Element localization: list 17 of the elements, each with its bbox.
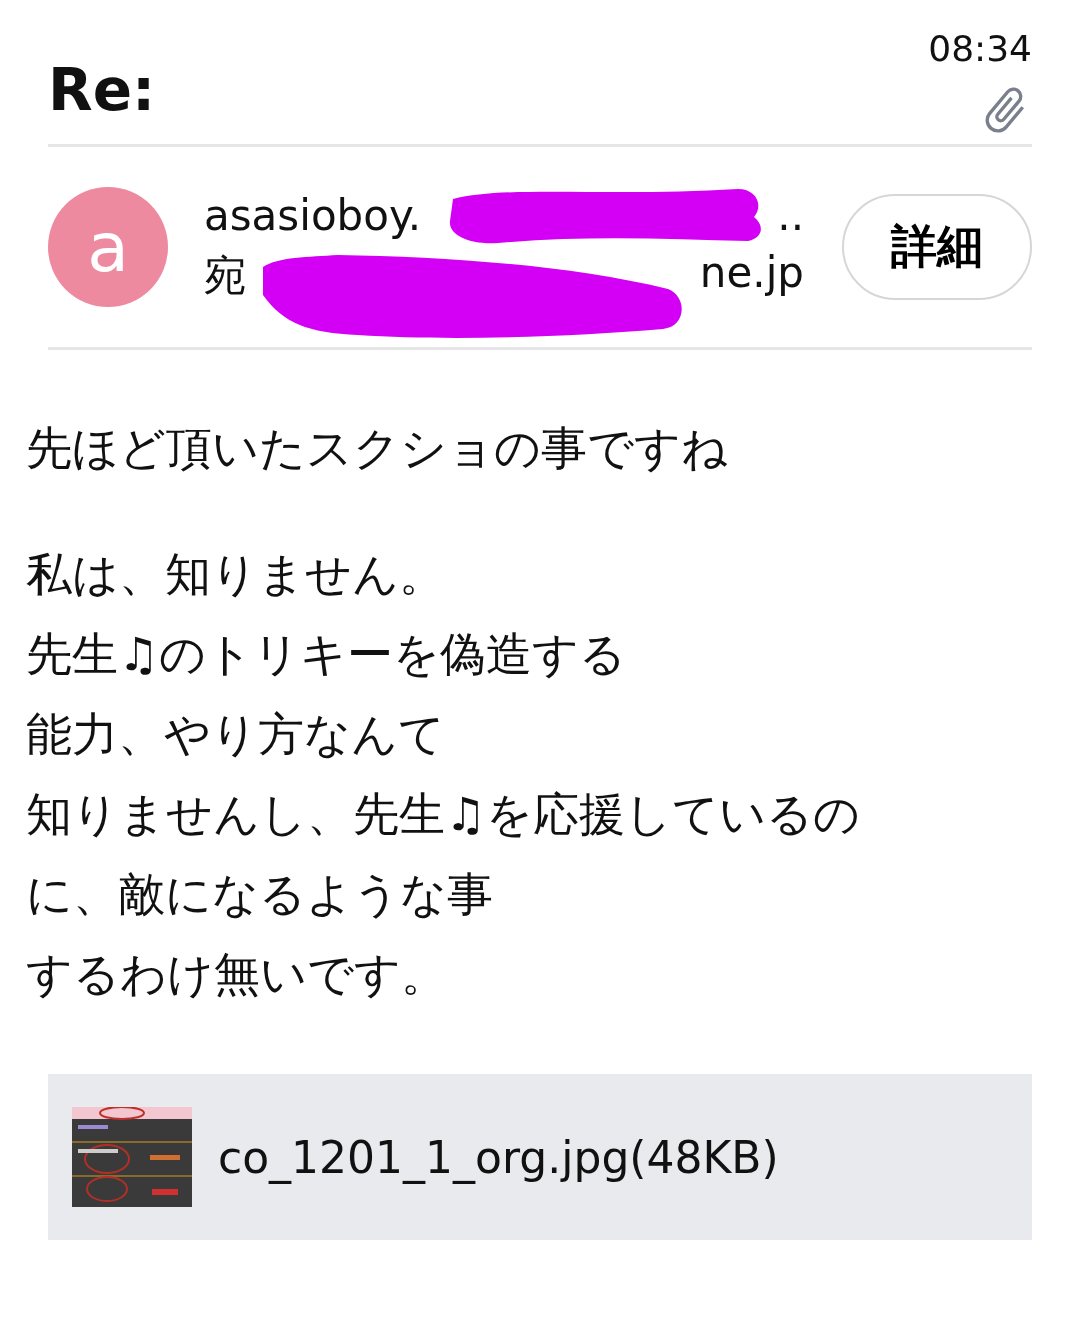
attachment-card[interactable]: co_1201_1_org.jpg(48KB) — [48, 1074, 1032, 1240]
message-line: 先生♫のトリキーを偽造する — [26, 626, 628, 683]
sender-name: asasioboy. — [204, 190, 422, 240]
email-subject: Re: — [48, 56, 156, 126]
attachment-filename: co_1201_1_org.jpg(48KB) — [218, 1131, 779, 1183]
message-line: 知りませんし、先生♫を応援しているの — [26, 786, 862, 843]
message-line: に、敵になるような事 — [26, 866, 494, 923]
details-button[interactable]: 詳細 — [842, 194, 1032, 300]
message-line: 先ほど頂いたスクショの事ですね — [26, 420, 729, 477]
recipient-label: 宛 — [204, 249, 246, 302]
sender-name: .. — [777, 190, 804, 240]
sender-avatar: a — [48, 187, 168, 307]
message-line: 能力、やり方なんて — [26, 706, 446, 763]
recipient-address: ne.jp — [699, 247, 804, 299]
email-time: 08:34 — [928, 28, 1032, 69]
message-line: 私は、知りません。 — [26, 546, 446, 603]
message-line: するわけ無いです。 — [26, 946, 448, 1003]
